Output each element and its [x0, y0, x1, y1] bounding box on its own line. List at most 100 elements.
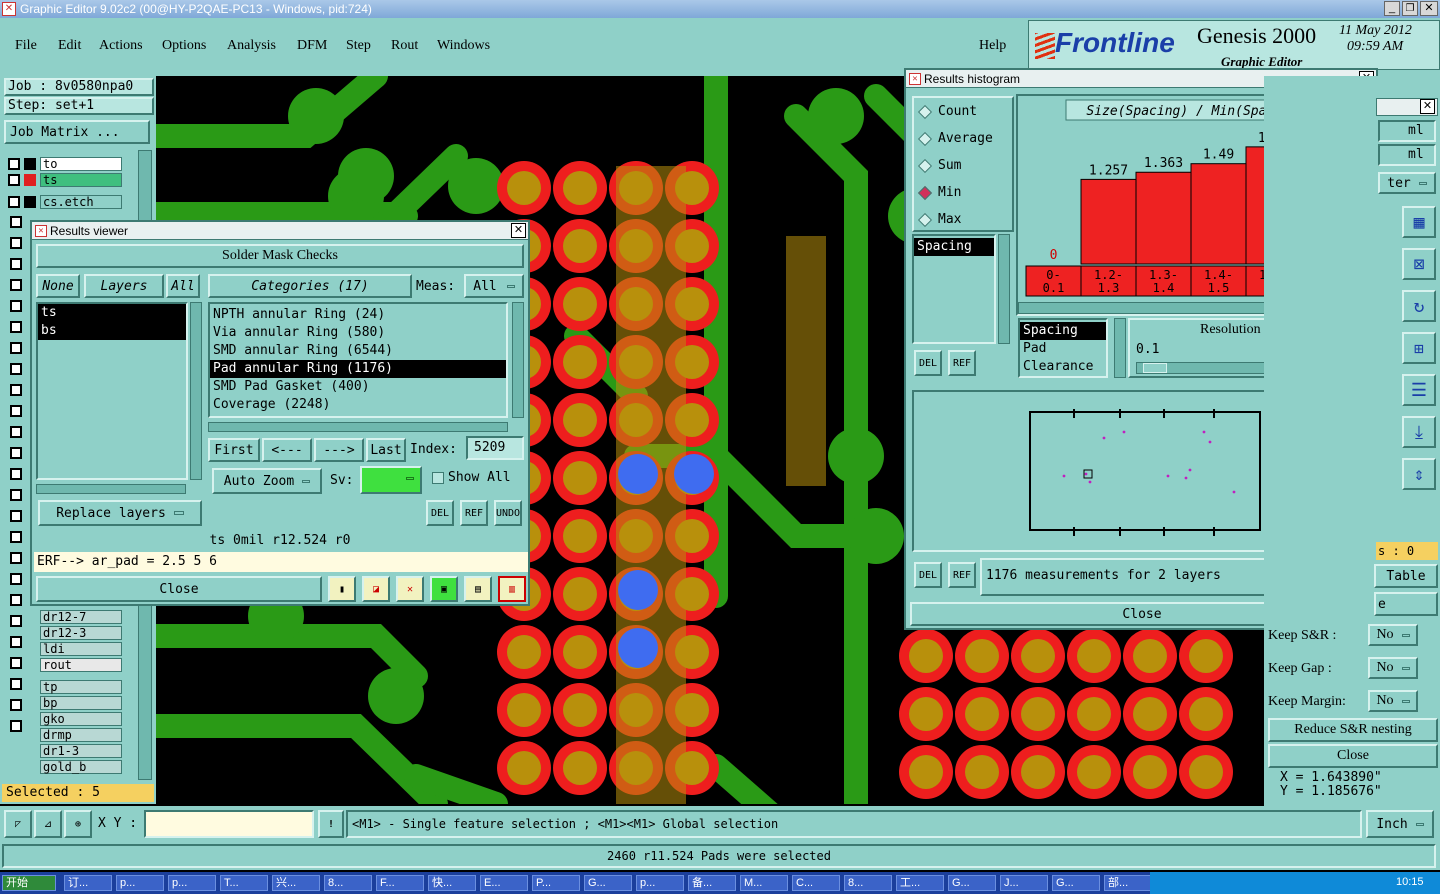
param-item-pad[interactable]: Pad: [1020, 340, 1106, 358]
layer-checkbox[interactable]: [10, 447, 22, 459]
menu-dfm[interactable]: DFM: [297, 38, 327, 54]
stack-icon[interactable]: ☰: [1402, 374, 1436, 406]
taskbar-item[interactable]: E...: [480, 875, 528, 891]
last-button[interactable]: Last: [366, 438, 406, 462]
layer-row[interactable]: ts: [8, 172, 122, 187]
layer-name[interactable]: dr12-7: [40, 610, 122, 624]
menu-actions[interactable]: Actions: [99, 38, 143, 54]
taskbar-item[interactable]: G...: [584, 875, 632, 891]
layer-name[interactable]: rout: [40, 658, 122, 672]
e-button[interactable]: e: [1374, 592, 1438, 616]
menu-rout[interactable]: Rout: [391, 38, 418, 54]
category-item[interactable]: Pad annular Ring (1176): [210, 360, 506, 378]
category-item[interactable]: NPTH annular Ring (24): [210, 306, 506, 324]
layer-name[interactable]: ldi: [40, 642, 122, 656]
layer-checkbox[interactable]: [10, 615, 22, 627]
category-item[interactable]: Via annular Ring (580): [210, 324, 506, 342]
reduce-nesting-button[interactable]: Reduce S&R nesting: [1268, 718, 1438, 742]
resolution-slider-handle[interactable]: [1143, 363, 1167, 373]
layer-name[interactable]: drmp: [40, 728, 122, 742]
layer-checkbox[interactable]: [10, 384, 22, 396]
spacing-list[interactable]: Spacing: [912, 234, 996, 344]
taskbar-item[interactable]: J...: [1000, 875, 1048, 891]
layer-checkbox[interactable]: [10, 321, 22, 333]
taskbar-item[interactable]: C...: [792, 875, 840, 891]
table-button[interactable]: Table: [1374, 564, 1438, 588]
layer-checkbox[interactable]: [10, 216, 22, 228]
taskbar-item[interactable]: T...: [220, 875, 268, 891]
mode-radio-sum[interactable]: Sum: [917, 158, 961, 173]
taskbar-item[interactable]: 8...: [324, 875, 372, 891]
layer-row[interactable]: to: [8, 156, 122, 171]
keep-sr-dropdown[interactable]: No: [1368, 624, 1418, 646]
taskbar-item[interactable]: 8...: [844, 875, 892, 891]
first-button[interactable]: First: [208, 438, 260, 462]
taskbar-item[interactable]: G...: [1052, 875, 1100, 891]
layer-checkbox[interactable]: [10, 300, 22, 312]
taskbar-item[interactable]: 工...: [896, 875, 944, 891]
cross-box-icon[interactable]: ⊠: [1402, 248, 1436, 280]
taskbar-item[interactable]: p...: [116, 875, 164, 891]
xy-input[interactable]: [144, 810, 314, 838]
layers-all-button[interactable]: All: [166, 274, 200, 298]
prev-button[interactable]: <---: [262, 438, 312, 462]
menu-file[interactable]: File: [15, 38, 37, 54]
job-matrix-button[interactable]: Job Matrix ...: [4, 120, 150, 144]
replace-layers-dropdown[interactable]: Replace layers: [38, 500, 202, 526]
layer-checkbox[interactable]: [10, 279, 22, 291]
index-input[interactable]: 5209: [466, 436, 524, 460]
undo-button[interactable]: UNDO: [494, 500, 522, 526]
arrow-down-icon[interactable]: ⤓: [1402, 416, 1436, 448]
category-item[interactable]: SMD annular Ring (6544): [210, 342, 506, 360]
notes-icon[interactable]: ▤: [464, 576, 492, 602]
menu-windows[interactable]: Windows: [437, 38, 490, 54]
close-button[interactable]: ✕: [1420, 1, 1438, 16]
layer-checkbox[interactable]: [10, 405, 22, 417]
taskbar-item[interactable]: M...: [740, 875, 788, 891]
menu-step[interactable]: Step: [346, 38, 371, 54]
layer-checkbox[interactable]: [10, 342, 22, 354]
mark-icon[interactable]: ◪: [362, 576, 390, 602]
category-list[interactable]: NPTH annular Ring (24) Via annular Ring (…: [208, 302, 508, 418]
layer-name[interactable]: cs.etch: [40, 194, 122, 209]
info-icon[interactable]: !: [318, 810, 344, 838]
layer-name[interactable]: to: [40, 156, 122, 171]
ml-field-1[interactable]: ml: [1378, 120, 1436, 142]
layer-checkbox[interactable]: [8, 157, 20, 170]
mode-radio-average[interactable]: Average: [917, 131, 993, 146]
keep-margin-dropdown[interactable]: No: [1368, 690, 1418, 712]
layer-report-icon[interactable]: ▮: [328, 576, 356, 602]
layer-checkbox[interactable]: [10, 678, 22, 690]
spacing-item[interactable]: Spacing: [914, 238, 994, 256]
layer-checkbox[interactable]: [10, 636, 22, 648]
taskbar-item[interactable]: G...: [948, 875, 996, 891]
layer-checkbox[interactable]: [10, 426, 22, 438]
hist-del-button[interactable]: DEL: [914, 350, 942, 376]
grid-icon[interactable]: ▦: [1402, 206, 1436, 238]
right-close-button[interactable]: Close: [1268, 744, 1438, 768]
layers-none-button[interactable]: None: [36, 274, 80, 298]
param-list-scrollbar[interactable]: [1114, 318, 1126, 378]
layer-checkbox[interactable]: [10, 594, 22, 606]
restore-button[interactable]: ❐: [1402, 1, 1418, 16]
hist-ref-button[interactable]: REF: [948, 350, 976, 376]
next-button[interactable]: --->: [314, 438, 364, 462]
layer-name[interactable]: bp: [40, 696, 122, 710]
layer-checkbox[interactable]: [10, 720, 22, 732]
start-button[interactable]: 开始: [2, 875, 56, 891]
taskbar-item[interactable]: 兴...: [272, 875, 320, 891]
ter-dropdown[interactable]: ter: [1378, 172, 1436, 194]
results-viewer-close-button[interactable]: Close: [36, 576, 322, 602]
taskbar-item[interactable]: p...: [168, 875, 216, 891]
histogram-bar[interactable]: [1135, 171, 1192, 265]
category-item[interactable]: Coverage (2248): [210, 396, 506, 414]
rotate-icon[interactable]: ↻: [1402, 290, 1436, 322]
category-item[interactable]: SMD Pad Gasket (400): [210, 378, 506, 396]
show-all-checkbox[interactable]: [432, 472, 444, 484]
layer-checkbox[interactable]: [10, 531, 22, 543]
layer-checkbox[interactable]: [8, 173, 20, 186]
histogram-bar[interactable]: [1080, 178, 1137, 265]
layer-name[interactable]: dr12-3: [40, 626, 122, 640]
layer-row[interactable]: cs.etch: [8, 194, 122, 209]
minimize-button[interactable]: _: [1384, 1, 1400, 16]
